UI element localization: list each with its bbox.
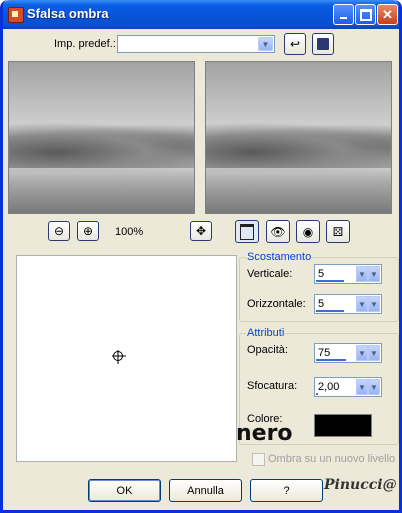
orizzontale-value: 5 — [318, 298, 325, 310]
overlay-annotation: nero — [236, 421, 293, 446]
chevron-down-icon[interactable]: ▼ — [368, 379, 380, 395]
close-button[interactable]: ✕ — [377, 4, 398, 25]
zoom-out-icon: ⊖ — [53, 224, 65, 238]
toggle-preview-button[interactable] — [235, 220, 259, 243]
randomize-button[interactable]: ⚄ — [326, 220, 350, 243]
opacita-value: 75 — [318, 347, 331, 359]
scostamento-group: Scostamento Verticale: 5 ▼ ▼ Orizzontale:… — [239, 251, 399, 322]
chevron-down-icon[interactable]: ▼ — [258, 37, 273, 51]
eye-icon: 👁 — [270, 224, 286, 239]
preset-dropdown[interactable]: ▼ — [117, 35, 275, 53]
help-label: ? — [283, 484, 290, 497]
opacita-spinner[interactable]: 75 ▼ ▼ — [314, 343, 382, 363]
opacita-label: Opacità: — [247, 344, 288, 356]
chevron-down-icon[interactable]: ▼ — [356, 345, 368, 361]
reset-icon: ↩ — [289, 37, 301, 51]
eye-lock-icon: ◉ — [302, 224, 314, 239]
ok-label: OK — [116, 484, 133, 497]
sfocatura-value: 2,00 — [318, 381, 340, 393]
cancel-label: Annulla — [187, 484, 224, 497]
window-title: Sfalsa ombra — [27, 6, 109, 21]
color-swatch[interactable] — [314, 414, 372, 437]
chevron-down-icon[interactable]: ▼ — [356, 296, 368, 312]
new-layer-checkbox[interactable] — [252, 453, 265, 466]
dice-icon: ⚄ — [332, 224, 344, 239]
sfocatura-label: Sfocatura: — [247, 380, 298, 392]
preview-before[interactable] — [8, 61, 195, 214]
orizzontale-fill — [316, 310, 344, 312]
scostamento-title: Scostamento — [246, 251, 313, 263]
preview-before-wave — [9, 168, 194, 213]
chevron-down-icon[interactable]: ▼ — [368, 345, 380, 361]
title-bar[interactable]: Sfalsa ombra ✕ — [3, 0, 399, 29]
opacita-fill — [316, 359, 346, 361]
move-icon: ✥ — [195, 224, 207, 238]
verticale-value: 5 — [318, 268, 325, 280]
preview-after-wave — [206, 168, 391, 213]
save-preset-button[interactable] — [312, 33, 334, 55]
floppy-disk-icon — [317, 38, 329, 50]
ok-button[interactable]: OK — [88, 479, 161, 502]
minimize-button[interactable] — [333, 4, 354, 25]
reset-preset-button[interactable]: ↩ — [284, 33, 306, 55]
watermark: Pinucci@ — [324, 477, 397, 493]
orizzontale-spinner[interactable]: 5 ▼ ▼ — [314, 294, 382, 314]
minimize-icon — [340, 16, 347, 19]
sfocatura-spinner[interactable]: 2,00 ▼ ▼ — [314, 377, 382, 397]
attributi-title: Attributi — [246, 327, 286, 339]
zoom-in-icon: ⊕ — [82, 224, 94, 238]
orizzontale-label: Orizzontale: — [247, 298, 306, 310]
zoom-out-button[interactable]: ⊖ — [48, 221, 70, 241]
preview-on-image-button[interactable]: 👁 — [266, 220, 290, 243]
verticale-fill — [316, 280, 344, 282]
zoom-in-button[interactable]: ⊕ — [77, 221, 99, 241]
preview-before-cloud — [9, 122, 194, 172]
zoom-level: 100% — [115, 226, 144, 238]
maximize-icon — [359, 8, 372, 21]
cancel-button[interactable]: Annulla — [169, 479, 242, 502]
verticale-spinner[interactable]: 5 ▼ ▼ — [314, 264, 382, 284]
dialog-window: Sfalsa ombra ✕ Imp. predef.: ▼ ↩ ⊖ ⊕ 100… — [0, 0, 402, 513]
auto-proof-button[interactable]: ◉ — [296, 220, 320, 243]
offset-canvas[interactable] — [16, 255, 237, 462]
verticale-label: Verticale: — [247, 268, 293, 280]
app-icon — [8, 7, 24, 23]
chevron-down-icon[interactable]: ▼ — [356, 266, 368, 282]
chevron-down-icon[interactable]: ▼ — [356, 379, 368, 395]
chevron-down-icon[interactable]: ▼ — [368, 296, 380, 312]
help-button[interactable]: ? — [250, 479, 323, 502]
new-layer-label: Ombra su un nuovo livello — [268, 453, 396, 465]
chevron-down-icon[interactable]: ▼ — [368, 266, 380, 282]
layout-icon — [240, 223, 254, 240]
preset-label: Imp. predef.: — [54, 38, 116, 50]
preview-after-cloud — [206, 122, 391, 172]
maximize-button[interactable] — [355, 4, 376, 25]
close-icon: ✕ — [382, 6, 393, 22]
sfocatura-fill — [316, 393, 318, 395]
crosshair-icon[interactable] — [111, 349, 127, 365]
preview-after — [205, 61, 392, 214]
pan-button[interactable]: ✥ — [190, 221, 212, 241]
